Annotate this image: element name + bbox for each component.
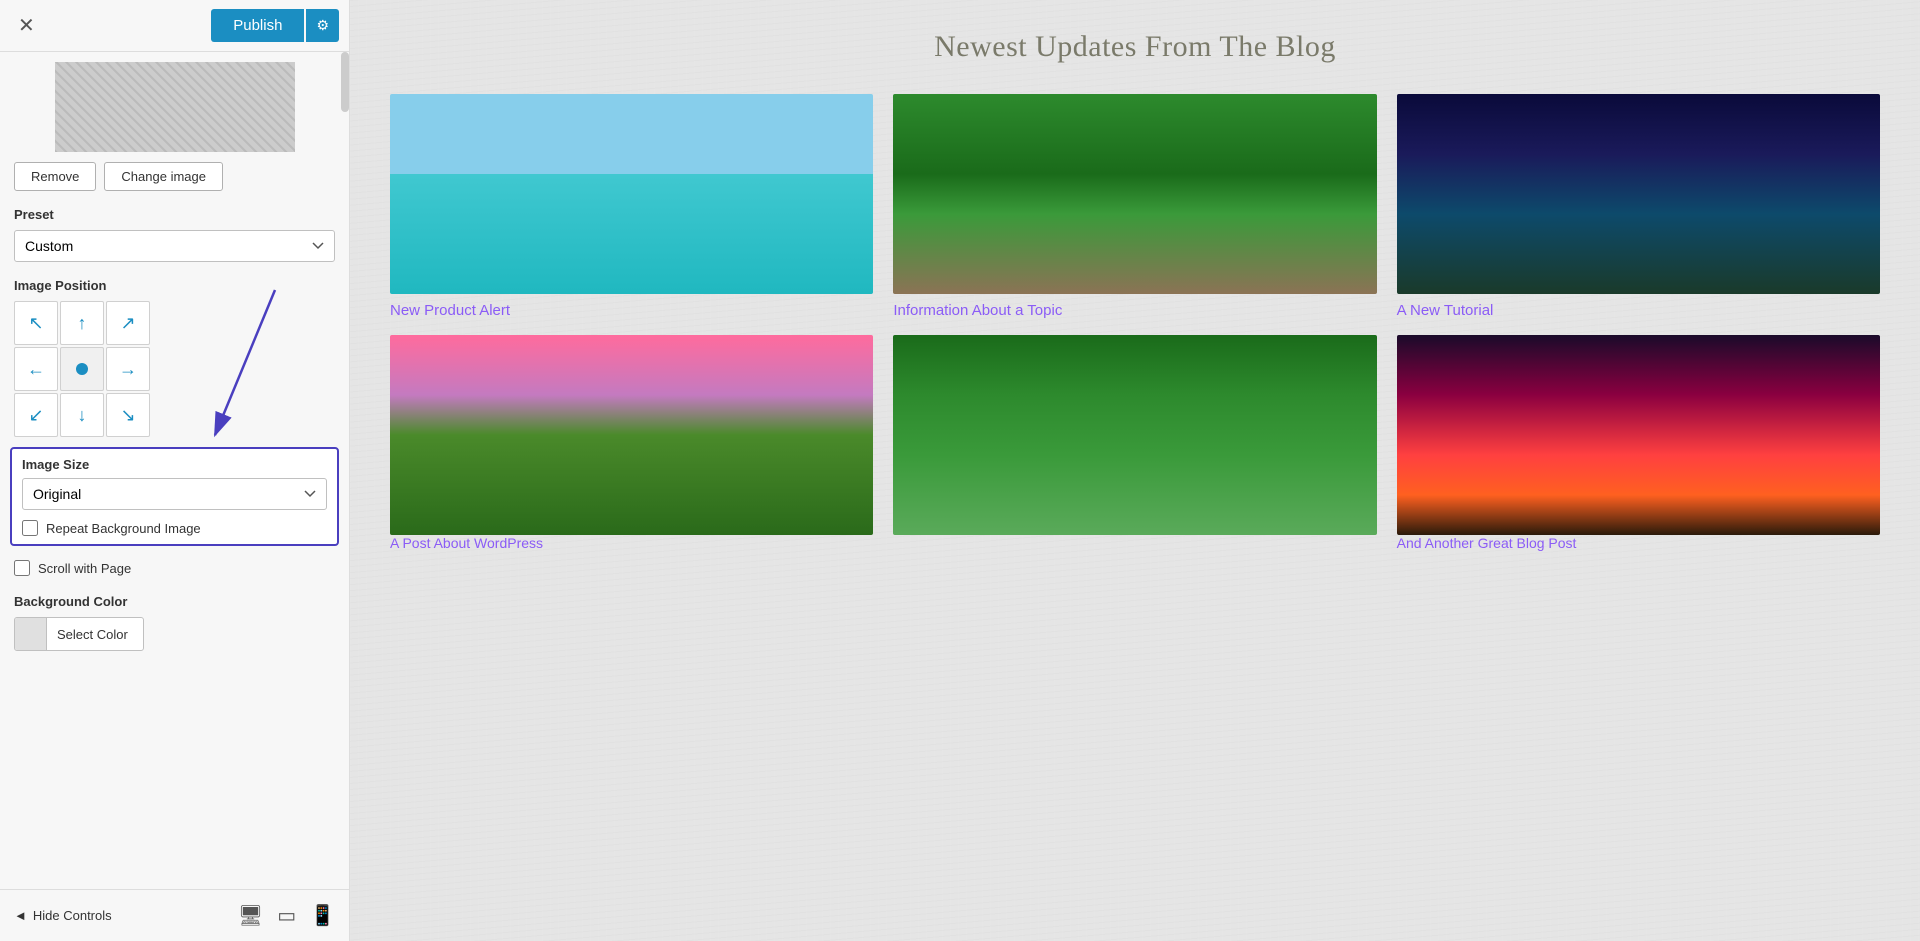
- post-item: Information About a Topic: [893, 94, 1376, 319]
- preset-dropdown[interactable]: Custom Cover Contain Default: [14, 230, 335, 262]
- image-size-dropdown[interactable]: Original Cover Contain Auto: [22, 478, 327, 510]
- scroll-indicator[interactable]: [341, 52, 349, 112]
- position-grid: ↖ ↑ ↗ ← → ↙ ↓ ↘: [14, 301, 335, 437]
- post-link-3[interactable]: A New Tutorial: [1397, 302, 1880, 319]
- bottom-post-link-1[interactable]: A Post About WordPress: [390, 535, 543, 551]
- settings-button[interactable]: ⚙: [306, 9, 339, 42]
- hide-controls-icon: ◄: [14, 908, 27, 923]
- close-button[interactable]: ✕: [10, 9, 43, 42]
- change-image-button[interactable]: Change image: [104, 162, 223, 191]
- top-bar: ✕ Publish ⚙: [0, 0, 349, 52]
- pos-bot-right[interactable]: ↘: [106, 393, 150, 437]
- post-image-waterfall: [390, 335, 873, 535]
- bottom-post-item: And Another Great Blog Post: [1397, 335, 1880, 553]
- post-link-1[interactable]: New Product Alert: [390, 302, 873, 319]
- post-image-forest2: [893, 335, 1376, 535]
- color-swatch: [15, 618, 47, 650]
- bottom-post-link-3[interactable]: And Another Great Blog Post: [1397, 535, 1577, 551]
- remove-image-button[interactable]: Remove: [14, 162, 96, 191]
- hide-controls-button[interactable]: ◄ Hide Controls: [14, 908, 112, 923]
- hide-controls-label: Hide Controls: [33, 908, 112, 923]
- pos-top-left[interactable]: ↖: [14, 301, 58, 345]
- post-link-2[interactable]: Information About a Topic: [893, 302, 1376, 319]
- blog-title: Newest Updates From The Blog: [390, 30, 1880, 64]
- posts-grid: New Product Alert Information About a To…: [390, 94, 1880, 319]
- panel-scroll[interactable]: Remove Change image Preset Custom Cover …: [0, 52, 349, 889]
- image-size-label: Image Size: [22, 457, 327, 478]
- bottom-post-item: A Post About WordPress: [390, 335, 873, 553]
- publish-area: Publish ⚙: [211, 9, 339, 42]
- scroll-with-page-checkbox[interactable]: [14, 560, 30, 576]
- scroll-with-page-row: Scroll with Page: [0, 554, 349, 586]
- pos-bot-center[interactable]: ↓: [60, 393, 104, 437]
- background-color-label: Background Color: [14, 594, 335, 617]
- tablet-icon[interactable]: ▭: [277, 903, 296, 928]
- bottom-bar: ◄ Hide Controls 🖥 ▭ 📱: [0, 889, 349, 941]
- post-image-ocean: [390, 94, 873, 294]
- bottom-posts-grid: A Post About WordPress And Another Great…: [390, 335, 1880, 553]
- background-color-section: Background Color Select Color: [0, 586, 349, 665]
- post-item: New Product Alert: [390, 94, 873, 319]
- image-preview: [55, 62, 295, 152]
- image-buttons: Remove Change image: [0, 152, 349, 201]
- publish-button[interactable]: Publish: [211, 9, 304, 42]
- pos-top-center[interactable]: ↑: [60, 301, 104, 345]
- scroll-with-page-label[interactable]: Scroll with Page: [38, 561, 131, 576]
- preset-label: Preset: [0, 201, 349, 226]
- repeat-row: Repeat Background Image: [22, 520, 327, 536]
- main-content: Newest Updates From The Blog New Product…: [350, 0, 1920, 941]
- mobile-icon[interactable]: 📱: [310, 903, 335, 928]
- repeat-background-checkbox[interactable]: [22, 520, 38, 536]
- repeat-background-label[interactable]: Repeat Background Image: [46, 521, 201, 536]
- bottom-post-item: [893, 335, 1376, 553]
- post-item: A New Tutorial: [1397, 94, 1880, 319]
- pos-center-dot: [76, 363, 88, 375]
- pos-mid-right[interactable]: →: [106, 347, 150, 391]
- pos-bot-left[interactable]: ↙: [14, 393, 58, 437]
- image-size-section: Image Size Original Cover Contain Auto R…: [10, 447, 339, 546]
- blog-area: Newest Updates From The Blog New Product…: [350, 0, 1920, 941]
- pos-top-right[interactable]: ↗: [106, 301, 150, 345]
- post-image-moonlake: [1397, 94, 1880, 294]
- pos-mid-center[interactable]: [60, 347, 104, 391]
- select-color-button[interactable]: Select Color: [14, 617, 144, 651]
- gear-icon: ⚙: [316, 17, 329, 33]
- device-icons: 🖥 ▭ 📱: [238, 903, 335, 928]
- pos-mid-left[interactable]: ←: [14, 347, 58, 391]
- desktop-icon[interactable]: 🖥: [238, 903, 263, 928]
- post-image-redsky: [1397, 335, 1880, 535]
- post-image-forest: [893, 94, 1376, 294]
- close-icon: ✕: [18, 15, 35, 37]
- left-panel: ✕ Publish ⚙ Remove Change image Preset C…: [0, 0, 350, 941]
- color-label-text: Select Color: [47, 627, 138, 642]
- image-position-label: Image Position: [0, 272, 349, 297]
